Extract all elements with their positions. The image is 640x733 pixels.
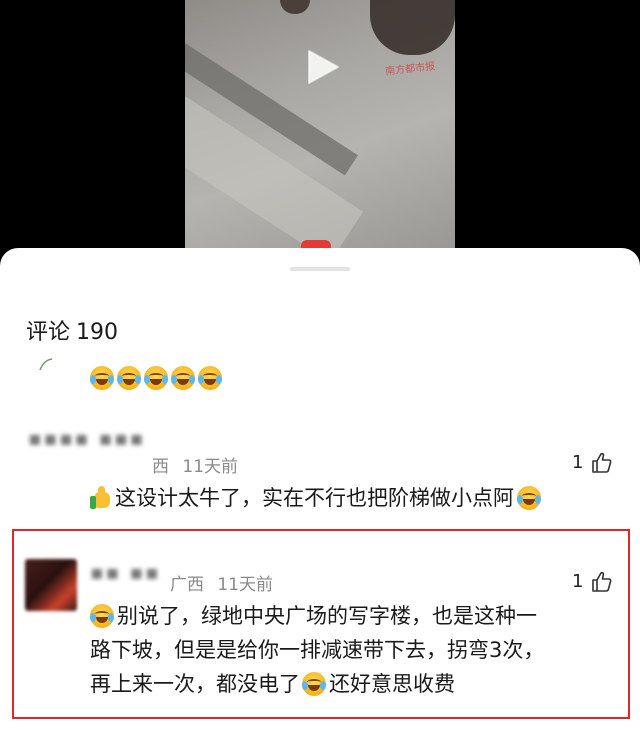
- comment-meta: 西 11天前: [152, 452, 238, 477]
- comment-meta: 广西 11天前: [170, 570, 273, 595]
- like-count: 1: [572, 452, 584, 473]
- comment-body: 这设计太牛了，实在不行也把阶梯做小点阿: [115, 486, 514, 510]
- avatar[interactable]: [25, 559, 77, 611]
- grin-tears-icon: [90, 366, 114, 390]
- thumbs-up-icon[interactable]: [590, 570, 614, 594]
- grin-tears-icon: [117, 366, 141, 390]
- video-player[interactable]: 南方都市报: [0, 0, 640, 252]
- comment-location: 广西: [170, 575, 204, 595]
- username-redacted: ▪▪ ▪▪: [90, 560, 161, 584]
- video-scene-object-small: [280, 0, 310, 14]
- grin-tears-icon: [517, 486, 541, 510]
- grin-tears-icon: [198, 366, 222, 390]
- comment-body-line2: 路下坡，但是是给你一排减速带下去，拐弯3次，: [90, 638, 545, 662]
- thumbs-up-emoji-icon: [90, 486, 112, 510]
- drag-handle[interactable]: [290, 267, 350, 271]
- comment-line: 路下坡，但是是给你一排减速带下去，拐弯3次，: [90, 633, 620, 667]
- video-watermark: 南方都市报: [384, 61, 436, 78]
- comment-text: 别说了，绿地中央广场的写字楼，也是这种一 路下坡，但是是给你一排减速带下去，拐弯…: [90, 599, 620, 701]
- comment-sheet: 评论 190 ▪▪▪▪ ▪▪▪ 西 11天前 1 这设计太牛了，实在不行也把阶梯做…: [0, 248, 640, 733]
- video-scene-object: [370, 0, 455, 55]
- grin-tears-icon: [171, 366, 195, 390]
- grin-tears-icon: [144, 366, 168, 390]
- grin-tears-icon: [90, 604, 114, 628]
- comment-location: 西: [152, 457, 169, 477]
- comment-line: 再上来一次，都没电了 还好意思收费: [90, 667, 620, 701]
- username-redacted: ▪▪▪▪ ▪▪▪: [28, 426, 146, 450]
- video-frame: 南方都市报: [185, 0, 455, 248]
- like-count: 1: [572, 571, 584, 592]
- comment-body-line3a: 再上来一次，都没电了: [90, 672, 300, 696]
- grin-tears-icon: [302, 672, 326, 696]
- comment-line: 别说了，绿地中央广场的写字楼，也是这种一: [90, 599, 620, 633]
- comment-time: 11天前: [217, 575, 274, 595]
- comment-body-line3b: 还好意思收费: [329, 672, 455, 696]
- comment-text: 这设计太牛了，实在不行也把阶梯做小点阿: [90, 481, 544, 515]
- thumbs-up-icon[interactable]: [590, 451, 614, 475]
- comments-count: 190: [76, 320, 119, 345]
- comments-header-label: 评论: [26, 320, 71, 345]
- comment-time: 11天前: [182, 457, 239, 477]
- comment-emoji-row: [90, 366, 225, 390]
- comment-body-line1: 别说了，绿地中央广场的写字楼，也是这种一: [117, 604, 537, 628]
- play-icon[interactable]: [305, 48, 341, 86]
- leaf-icon: [39, 358, 53, 371]
- comments-header: 评论 190: [26, 314, 118, 346]
